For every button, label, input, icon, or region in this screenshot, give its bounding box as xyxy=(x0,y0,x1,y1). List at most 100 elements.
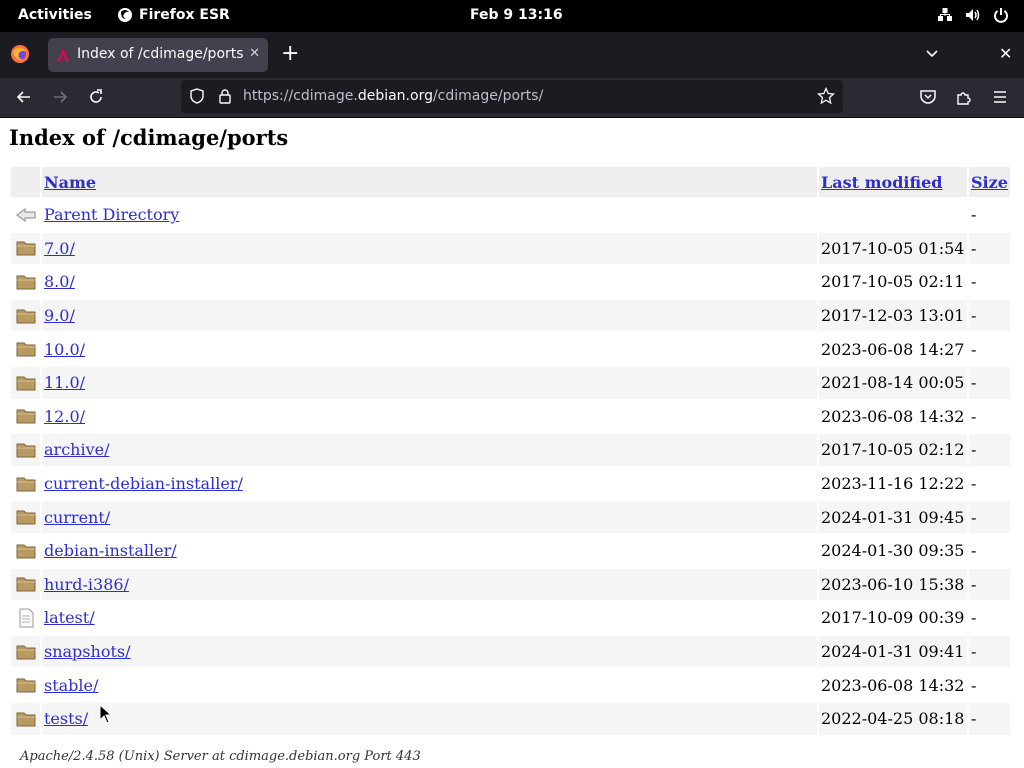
new-tab-button[interactable]: + xyxy=(281,43,299,65)
last-modified-cell: 2023-06-10 15:38 xyxy=(819,568,967,601)
pocket-icon[interactable] xyxy=(919,88,937,106)
entry-link[interactable]: 11.0/ xyxy=(44,373,85,392)
table-row: current/2024-01-31 09:45- xyxy=(11,501,1010,533)
system-tray[interactable] xyxy=(936,6,1010,24)
size-cell: - xyxy=(969,299,1010,332)
list-all-tabs-icon[interactable] xyxy=(924,46,940,62)
name-cell: 10.0/ xyxy=(42,333,817,365)
folder-icon xyxy=(11,676,40,694)
column-header-last-modified: Last modified xyxy=(819,167,967,197)
last-modified-cell: 2024-01-30 09:35 xyxy=(821,541,965,561)
row-icon-cell xyxy=(11,299,40,332)
system-top-bar: Activities Firefox ESR Feb 9 13:16 xyxy=(0,0,1024,32)
row-icon-cell xyxy=(11,333,40,365)
name-cell: 12.0/ xyxy=(42,401,817,433)
entry-link[interactable]: stable/ xyxy=(44,676,98,695)
entry-link[interactable]: debian-installer/ xyxy=(44,541,177,560)
size-cell: - xyxy=(971,205,977,225)
size-cell: - xyxy=(971,474,977,494)
last-modified-cell: 2017-10-05 02:11 xyxy=(821,272,965,292)
entry-link[interactable]: current/ xyxy=(44,508,110,527)
entry-link[interactable]: 7.0/ xyxy=(44,239,75,258)
back-button-icon[interactable] xyxy=(15,88,33,106)
table-row: snapshots/2024-01-31 09:41- xyxy=(11,635,1010,668)
size-cell: - xyxy=(969,232,1010,265)
row-icon-cell xyxy=(11,401,40,433)
clock[interactable]: Feb 9 13:16 xyxy=(470,7,563,23)
bookmark-star-icon[interactable] xyxy=(817,87,835,105)
name-cell: hurd-i386/ xyxy=(42,568,817,601)
app-menu[interactable]: Firefox ESR xyxy=(117,7,230,23)
size-cell: - xyxy=(969,635,1010,668)
url-text[interactable]: https://cdimage.debian.org/cdimage/ports… xyxy=(243,88,543,104)
entry-link[interactable]: latest/ xyxy=(44,608,95,627)
navigation-toolbar: https://cdimage.debian.org/cdimage/ports… xyxy=(0,78,1024,118)
lock-icon[interactable] xyxy=(218,88,232,104)
entry-link[interactable]: current-debian-installer/ xyxy=(44,474,243,493)
window-close-icon[interactable]: ✕ xyxy=(999,44,1012,63)
name-cell: current-debian-installer/ xyxy=(42,468,817,500)
entry-link[interactable]: tests/ xyxy=(44,709,88,728)
forward-button-icon[interactable] xyxy=(51,88,69,106)
url-bar[interactable]: https://cdimage.debian.org/cdimage/ports… xyxy=(181,80,843,113)
folder-icon xyxy=(11,374,40,392)
folder-icon xyxy=(11,307,40,325)
debian-favicon-icon xyxy=(57,48,69,62)
last-modified-cell: 2017-10-09 00:39 xyxy=(821,608,965,628)
server-footer: Apache/2.4.58 (Unix) Server at cdimage.d… xyxy=(20,749,421,764)
last-modified-cell: 2024-01-31 09:45 xyxy=(819,501,967,533)
app-name: Firefox ESR xyxy=(139,7,230,23)
last-modified-cell: 2022-04-25 08:18 xyxy=(819,702,967,735)
size-cell: - xyxy=(971,406,977,426)
entry-link[interactable]: snapshots/ xyxy=(44,642,130,661)
last-modified-cell: 2024-01-31 09:41 xyxy=(819,635,967,668)
extensions-icon[interactable] xyxy=(955,88,973,106)
tracking-protection-shield-icon[interactable] xyxy=(189,88,205,104)
name-cell: archive/ xyxy=(42,434,817,466)
tab-active[interactable]: Index of /cdimage/ports ✕ xyxy=(48,38,268,72)
table-row: Parent Directory - xyxy=(11,199,1010,231)
page-title: Index of /cdimage/ports xyxy=(9,125,289,150)
menu-hamburger-icon[interactable] xyxy=(991,88,1009,106)
folder-icon xyxy=(11,239,40,257)
folder-icon xyxy=(11,710,40,728)
url-domain: debian.org xyxy=(357,88,433,104)
reload-button-icon[interactable] xyxy=(87,88,105,106)
table-row: hurd-i386/2023-06-10 15:38- xyxy=(11,568,1010,601)
last-modified-cell: 2023-11-16 12:22 xyxy=(821,474,965,494)
name-cell: 7.0/ xyxy=(42,232,817,265)
size-cell: - xyxy=(971,541,977,561)
entry-link[interactable]: archive/ xyxy=(44,440,109,459)
activities-button[interactable]: Activities xyxy=(18,7,92,23)
tab-close-icon[interactable]: ✕ xyxy=(249,46,260,61)
sort-by-size-link[interactable]: Size xyxy=(971,173,1008,192)
sort-by-name-link[interactable]: Name xyxy=(44,173,96,192)
volume-icon xyxy=(966,9,980,21)
folder-icon xyxy=(11,441,40,459)
table-row: 11.0/2021-08-14 00:05- xyxy=(11,366,1010,399)
last-modified-cell: 2017-10-05 01:54 xyxy=(819,232,967,265)
entry-link[interactable]: hurd-i386/ xyxy=(44,575,129,594)
table-row: current-debian-installer/2023-11-16 12:2… xyxy=(11,468,1010,500)
entry-link[interactable]: 12.0/ xyxy=(44,407,85,426)
folder-icon xyxy=(11,407,40,425)
last-modified-cell: 2023-06-08 14:32 xyxy=(821,675,965,695)
sort-by-last-modified-link[interactable]: Last modified xyxy=(821,173,942,192)
table-row: 7.0/2017-10-05 01:54- xyxy=(11,232,1010,265)
row-icon-cell xyxy=(11,535,40,567)
size-cell: - xyxy=(969,702,1010,735)
entry-link[interactable]: 10.0/ xyxy=(44,340,85,359)
name-cell: current/ xyxy=(42,501,817,533)
name-cell: tests/ xyxy=(42,702,817,735)
size-cell: - xyxy=(971,339,977,359)
entry-link[interactable]: Parent Directory xyxy=(44,205,179,224)
entry-link[interactable]: 9.0/ xyxy=(44,306,75,325)
table-row: stable/2023-06-08 14:32- xyxy=(11,669,1010,701)
firefox-view-button[interactable] xyxy=(10,44,30,68)
row-icon-cell xyxy=(11,602,40,634)
entry-link[interactable]: 8.0/ xyxy=(44,272,75,291)
name-cell: stable/ xyxy=(42,669,817,701)
row-icon-cell xyxy=(11,199,40,231)
last-modified-cell: 2023-06-08 14:27 xyxy=(821,339,965,359)
size-cell: - xyxy=(969,501,1010,533)
